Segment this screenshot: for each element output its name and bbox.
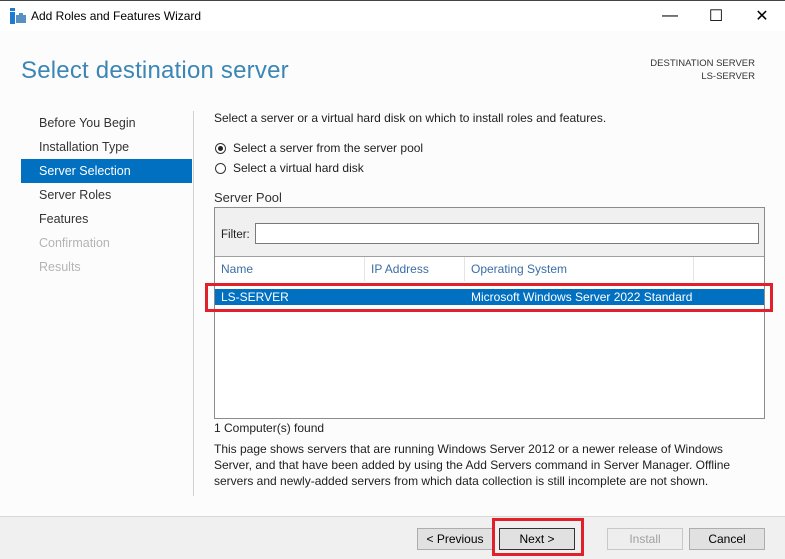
close-icon: ✕ — [755, 8, 769, 25]
intro-text: Select a server or a virtual hard disk o… — [214, 111, 607, 125]
filter-input[interactable] — [255, 223, 759, 244]
row-highlight-annotation — [205, 283, 773, 312]
previous-button[interactable]: < Previous — [417, 528, 493, 550]
page-title: Select destination server — [21, 57, 289, 84]
close-button[interactable]: ✕ — [739, 1, 785, 31]
destination-label: DESTINATION SERVER — [650, 58, 755, 69]
radio-unchecked-icon[interactable] — [215, 162, 226, 174]
cancel-button[interactable]: Cancel — [689, 528, 765, 550]
maximize-icon: ☐ — [708, 8, 724, 25]
server-manager-icon — [10, 8, 26, 24]
server-pool-panel: Filter: Name IP Address Operating System… — [214, 207, 765, 419]
nav-item-results: Results — [39, 260, 81, 274]
minimize-button[interactable]: — — [647, 1, 693, 31]
nav-item-server-selection[interactable]: Server Selection — [21, 159, 192, 183]
radio-server-pool[interactable]: Select a server from the server pool — [215, 141, 423, 155]
radio-label: Select a virtual hard disk — [233, 161, 364, 175]
radio-label: Select a server from the server pool — [233, 141, 424, 155]
install-button: Install — [607, 528, 683, 550]
filter-bar: Filter: — [215, 208, 764, 257]
nav-item-installation-type[interactable]: Installation Type — [21, 135, 192, 159]
computers-found: 1 Computer(s) found — [214, 421, 325, 435]
next-highlight-annotation — [492, 518, 584, 556]
radio-checked-icon[interactable] — [215, 142, 226, 154]
wizard-nav: Before You Begin Installation Type Serve… — [21, 111, 192, 279]
nav-divider — [193, 111, 194, 496]
minimize-icon: — — [662, 7, 678, 24]
window-title: Add Roles and Features Wizard — [31, 9, 202, 23]
nav-item-confirmation: Confirmation — [39, 236, 110, 250]
destination-value: LS-SERVER — [701, 71, 755, 82]
description-text: This page shows servers that are running… — [214, 442, 731, 488]
radio-virtual-hard-disk[interactable]: Select a virtual hard disk — [215, 161, 364, 175]
column-header-operating-system[interactable]: Operating System — [465, 257, 694, 281]
filter-label: Filter: — [221, 229, 250, 241]
server-pool-label: Server Pool — [214, 190, 282, 205]
title-bar: Add Roles and Features Wizard — ☐ ✕ — [0, 0, 785, 31]
column-header-name[interactable]: Name — [215, 257, 365, 281]
nav-item-features[interactable]: Features — [21, 207, 192, 231]
column-header-ip-address[interactable]: IP Address — [365, 257, 465, 281]
table-header: Name IP Address Operating System — [215, 257, 764, 281]
maximize-button[interactable]: ☐ — [693, 1, 739, 31]
footer-bar: < Previous Next > Install Cancel — [0, 516, 785, 559]
nav-item-before-you-begin[interactable]: Before You Begin — [21, 111, 192, 135]
nav-item-server-roles[interactable]: Server Roles — [21, 183, 192, 207]
destination-server-info: DESTINATION SERVER LS-SERVER — [650, 57, 755, 83]
